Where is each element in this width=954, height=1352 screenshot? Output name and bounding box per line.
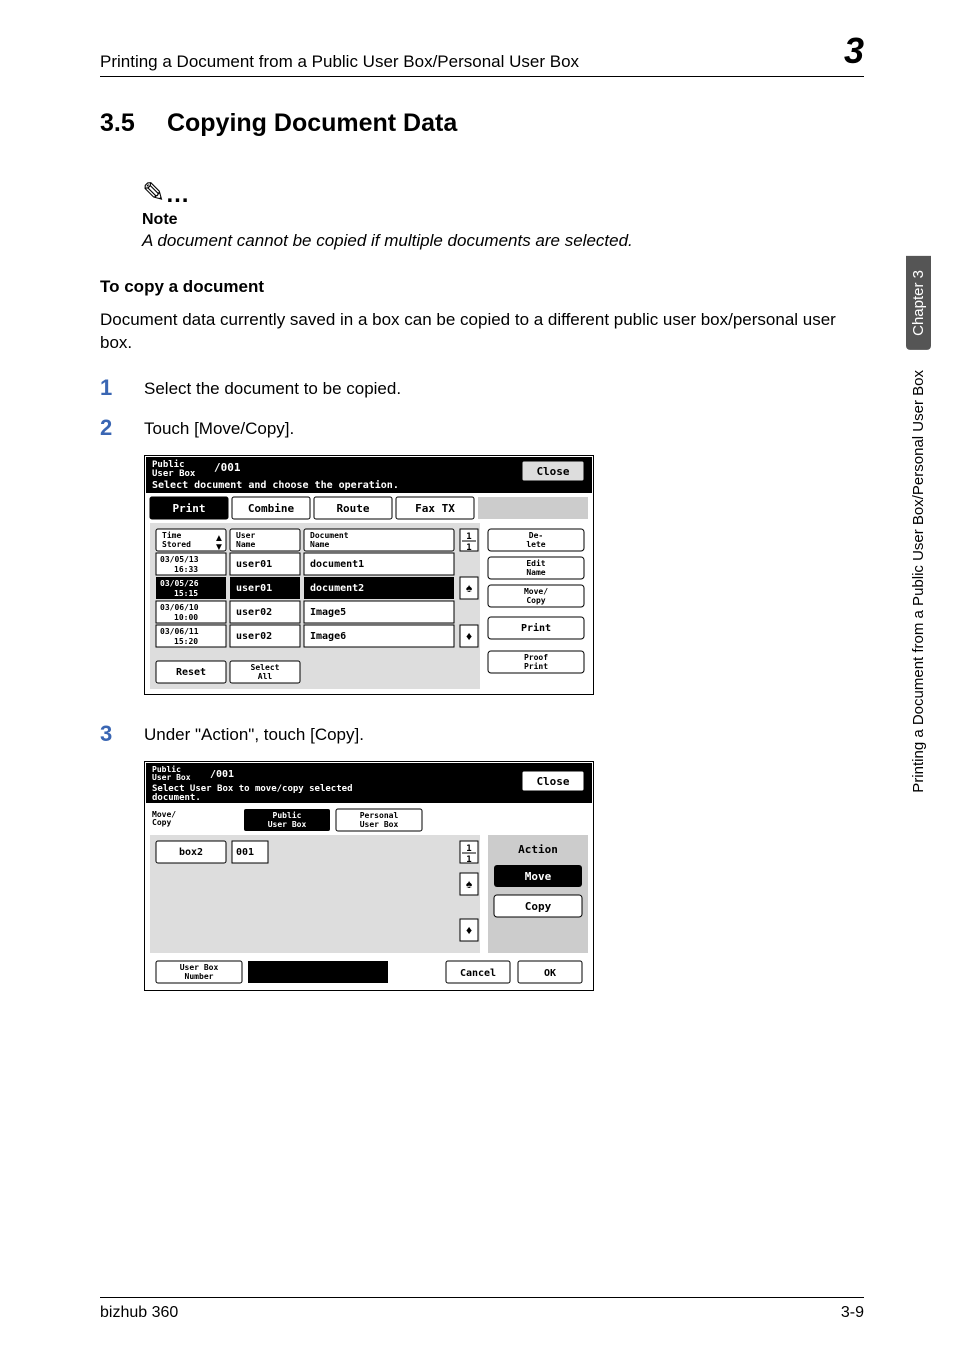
svg-text:♠: ♠ — [466, 581, 473, 595]
svg-text:/001: /001 — [210, 769, 234, 780]
svg-text:Copy: Copy — [152, 818, 171, 827]
fig1-tab-faxtx[interactable]: Fax TX — [415, 502, 455, 515]
svg-text:Number: Number — [185, 972, 214, 981]
svg-text:03/06/10: 03/06/10 — [160, 603, 199, 612]
svg-text:Name: Name — [310, 540, 329, 549]
fig1-reset-button[interactable]: Reset — [176, 667, 206, 678]
svg-text:Edit: Edit — [526, 558, 545, 568]
step-number-1: 1 — [100, 375, 144, 401]
svg-text:♠: ♠ — [466, 877, 473, 891]
svg-text:001: 001 — [236, 847, 254, 858]
svg-text:document1: document1 — [310, 559, 364, 570]
section-title: Copying Document Data — [167, 109, 457, 137]
svg-text:document2: document2 — [310, 583, 364, 594]
sub-heading: To copy a document — [100, 277, 864, 297]
svg-text:User: User — [236, 531, 255, 540]
footer-right: 3-9 — [841, 1304, 864, 1322]
svg-text:03/06/11: 03/06/11 — [160, 627, 199, 636]
header-title: Printing a Document from a Public User B… — [100, 52, 844, 72]
svg-text:Public: Public — [273, 810, 302, 820]
fig1-close-button[interactable]: Close — [536, 465, 569, 478]
svg-text:▼: ▼ — [214, 542, 224, 553]
note-body: A document cannot be copied if multiple … — [142, 231, 864, 251]
intro-paragraph: Document data currently saved in a box c… — [100, 309, 864, 355]
svg-text:Move/: Move/ — [524, 587, 548, 596]
fig1-selectall-button[interactable]: Select — [251, 663, 280, 672]
svg-text:user01: user01 — [236, 559, 272, 570]
section-number: 3.5 — [100, 109, 160, 138]
fig2-action-label: Action — [518, 843, 558, 856]
svg-text:user02: user02 — [236, 607, 272, 618]
svg-text:10:00: 10:00 — [174, 613, 198, 622]
svg-text:document.: document. — [152, 793, 201, 803]
svg-text:Stored: Stored — [162, 540, 191, 549]
fig1-tab-route[interactable]: Route — [336, 502, 369, 515]
svg-text:Print: Print — [524, 661, 548, 671]
step-number-3: 3 — [100, 721, 144, 747]
svg-text:1: 1 — [466, 855, 471, 865]
svg-text:Image6: Image6 — [310, 631, 346, 642]
side-tab-chapter: Chapter 3 — [906, 256, 931, 350]
ellipsis-icon: … — [165, 181, 191, 208]
pen-icon: ✎ — [142, 176, 165, 209]
svg-text:user02: user02 — [236, 631, 272, 642]
svg-text:Time: Time — [162, 530, 181, 540]
step-text-2: Touch [Move/Copy]. — [144, 415, 294, 441]
step-text-1: Select the document to be copied. — [144, 375, 401, 401]
svg-text:♦: ♦ — [466, 629, 472, 643]
svg-text:Image5: Image5 — [310, 607, 346, 618]
svg-text:♦: ♦ — [466, 923, 472, 937]
svg-text:16:33: 16:33 — [174, 565, 198, 574]
svg-text:Proof: Proof — [524, 653, 548, 662]
figure-1: Public User Box /001 Select document and… — [144, 455, 864, 695]
chapter-number: 3 — [844, 30, 864, 72]
svg-text:Select document and choose the: Select document and choose the operation… — [152, 479, 399, 491]
svg-text:Copy: Copy — [526, 596, 545, 605]
step-number-2: 2 — [100, 415, 144, 441]
svg-text:Copy: Copy — [525, 900, 552, 913]
fig1-tab-combine[interactable]: Combine — [248, 502, 295, 515]
fig1-tab-print[interactable]: Print — [172, 502, 205, 515]
svg-text:Document: Document — [310, 531, 349, 540]
svg-text:lete: lete — [526, 540, 545, 549]
svg-text:User Box: User Box — [360, 820, 399, 829]
svg-text:Move: Move — [525, 870, 552, 883]
fig2-close-button[interactable]: Close — [536, 775, 569, 788]
svg-text:user01: user01 — [236, 583, 272, 594]
svg-text:03/05/26: 03/05/26 — [160, 579, 199, 588]
svg-text:User Box: User Box — [152, 469, 196, 479]
svg-text:03/05/13: 03/05/13 — [160, 555, 199, 564]
svg-text:box2: box2 — [179, 847, 203, 858]
svg-text:1: 1 — [466, 543, 471, 553]
svg-text:All: All — [258, 672, 273, 681]
svg-text:Print: Print — [521, 622, 551, 634]
side-tab-title: Printing a Document from a Public User B… — [906, 356, 931, 807]
svg-text:User Box: User Box — [180, 963, 219, 972]
fig1-box-num: /001 — [214, 461, 241, 474]
step-text-3: Under "Action", touch [Copy]. — [144, 721, 364, 747]
svg-text:OK: OK — [544, 968, 556, 979]
svg-text:Cancel: Cancel — [460, 968, 496, 979]
svg-text:15:15: 15:15 — [174, 589, 198, 598]
figure-2: Public User Box /001 Select User Box to … — [144, 761, 864, 991]
svg-text:User Box: User Box — [268, 820, 307, 829]
footer-left: bizhub 360 — [100, 1304, 178, 1322]
svg-text:Personal: Personal — [360, 811, 399, 820]
svg-text:Name: Name — [526, 568, 545, 577]
note-label: Note — [142, 211, 864, 229]
svg-text:Name: Name — [236, 540, 255, 549]
svg-text:De-: De- — [529, 531, 543, 540]
svg-text:15:20: 15:20 — [174, 637, 198, 646]
svg-text:User Box: User Box — [152, 773, 191, 782]
